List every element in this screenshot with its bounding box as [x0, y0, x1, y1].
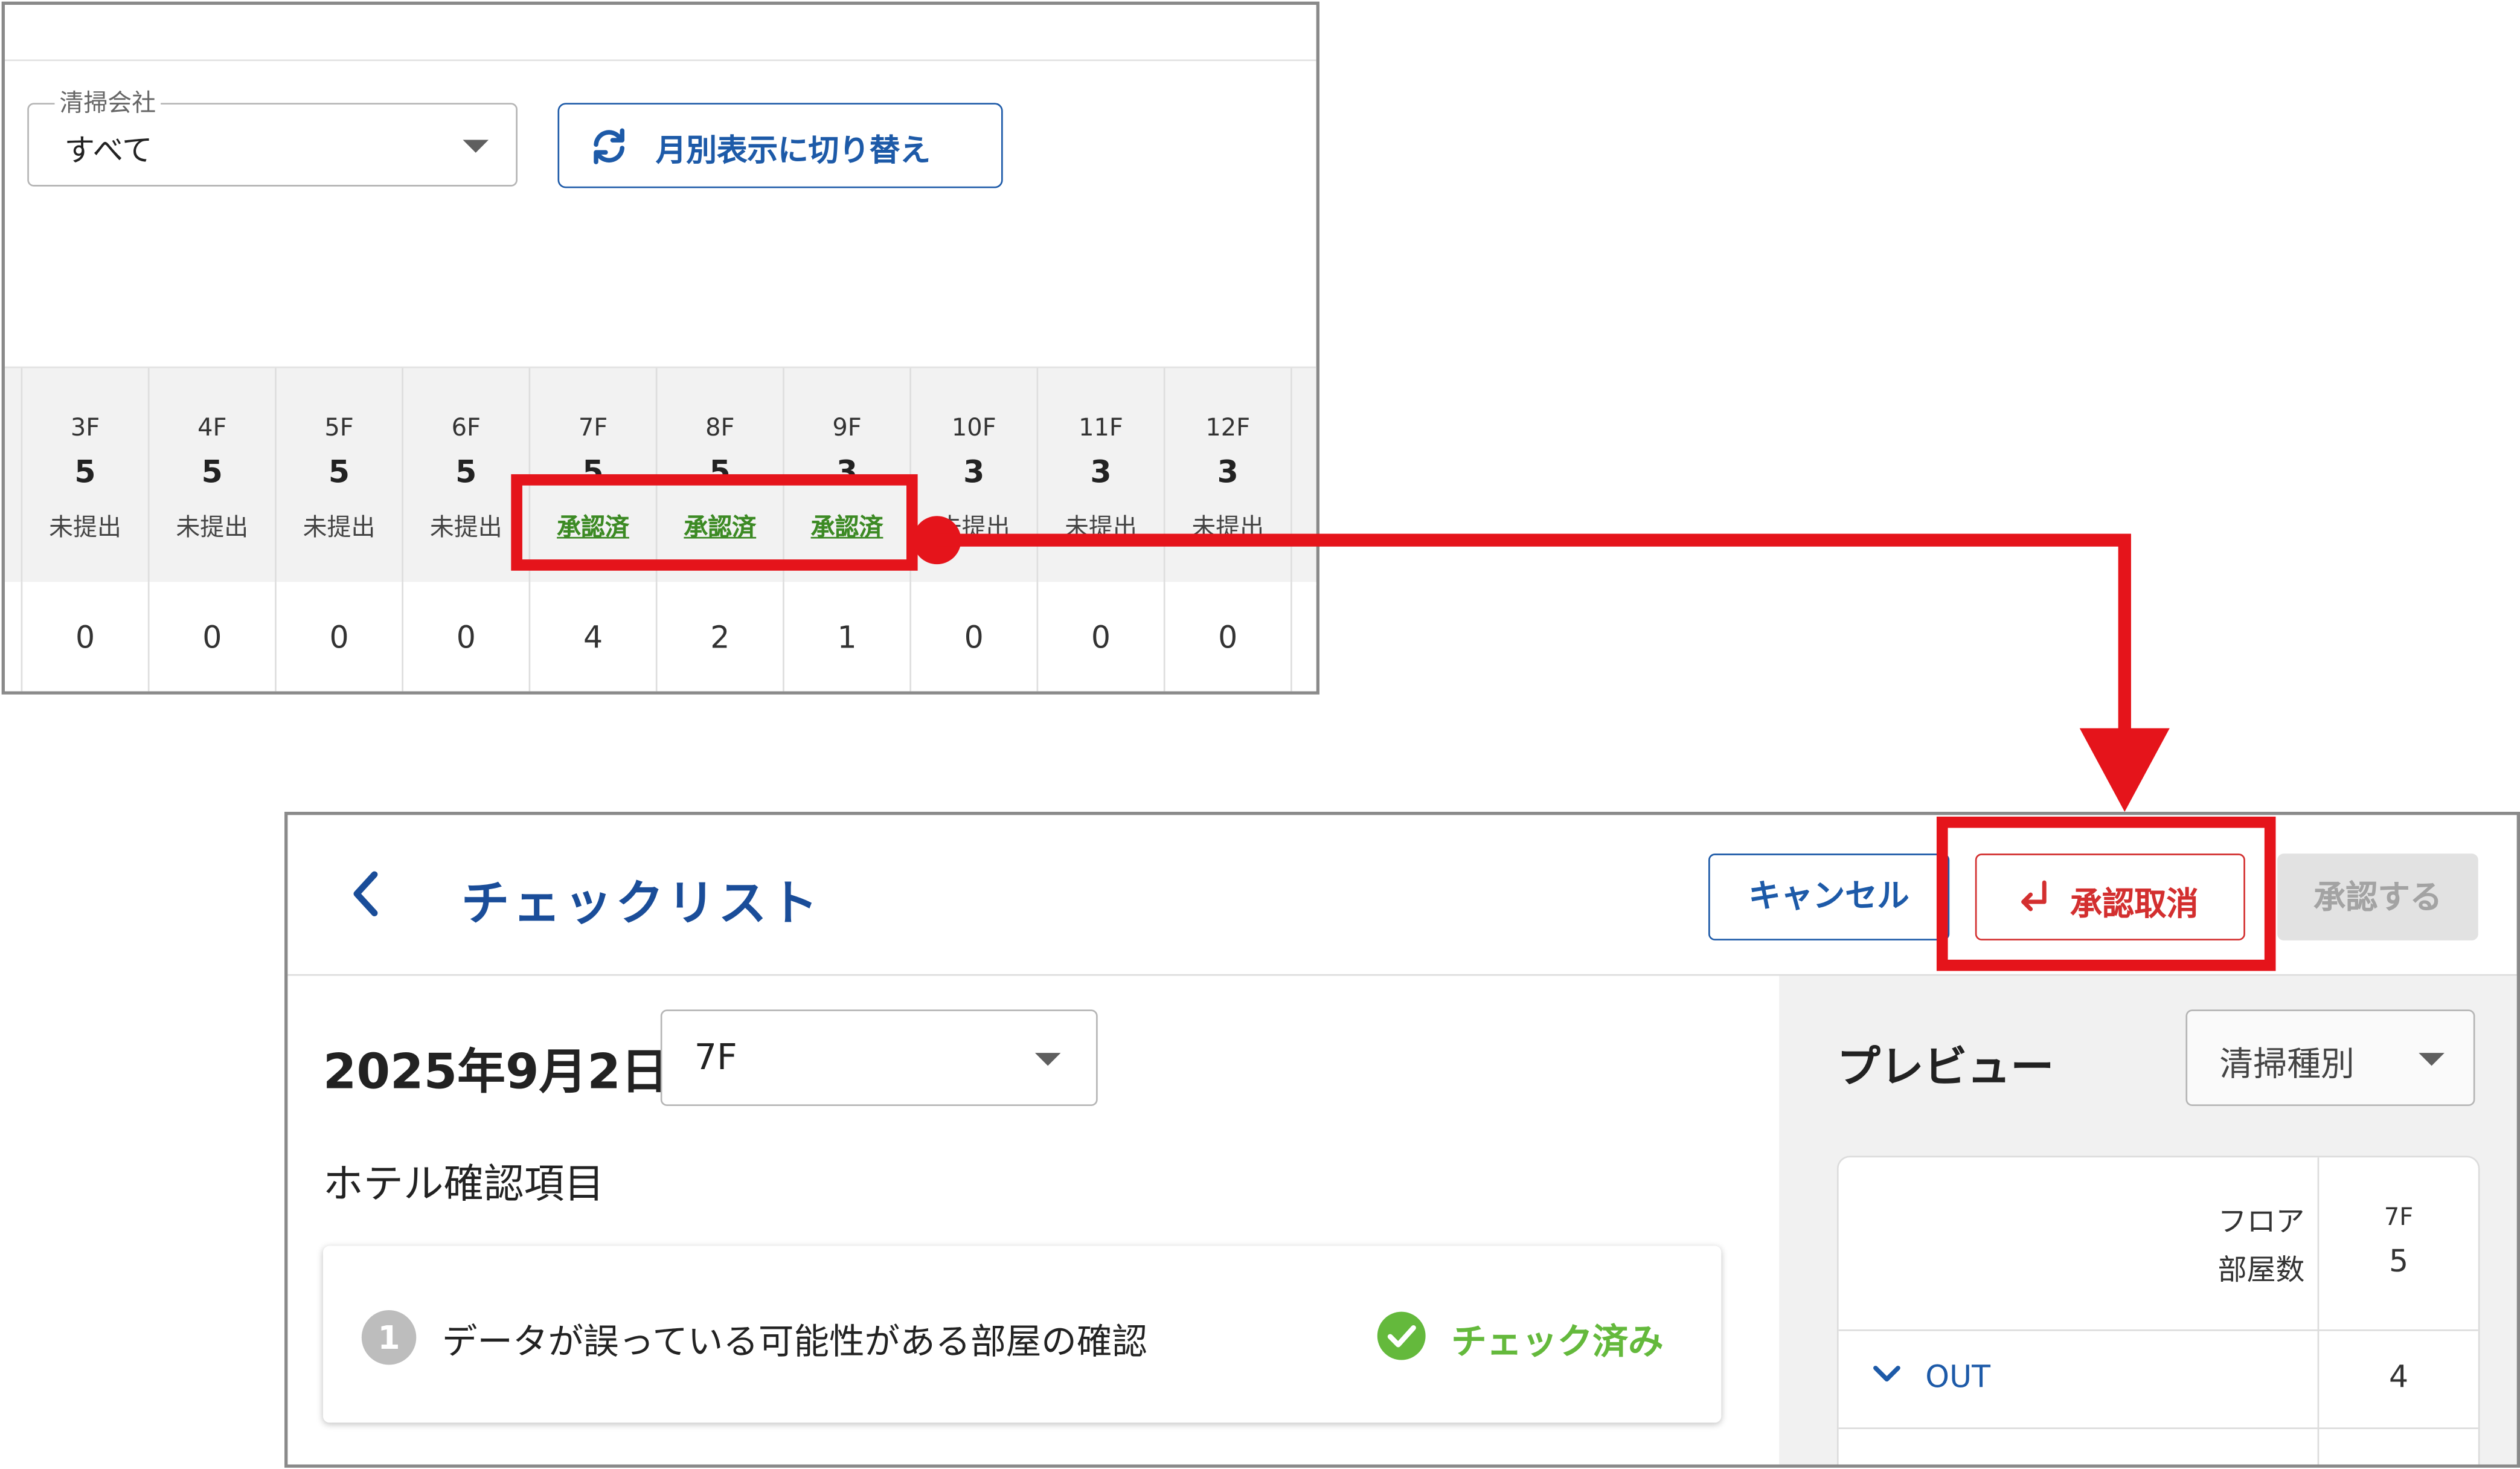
connector-arrow	[912, 516, 2170, 812]
